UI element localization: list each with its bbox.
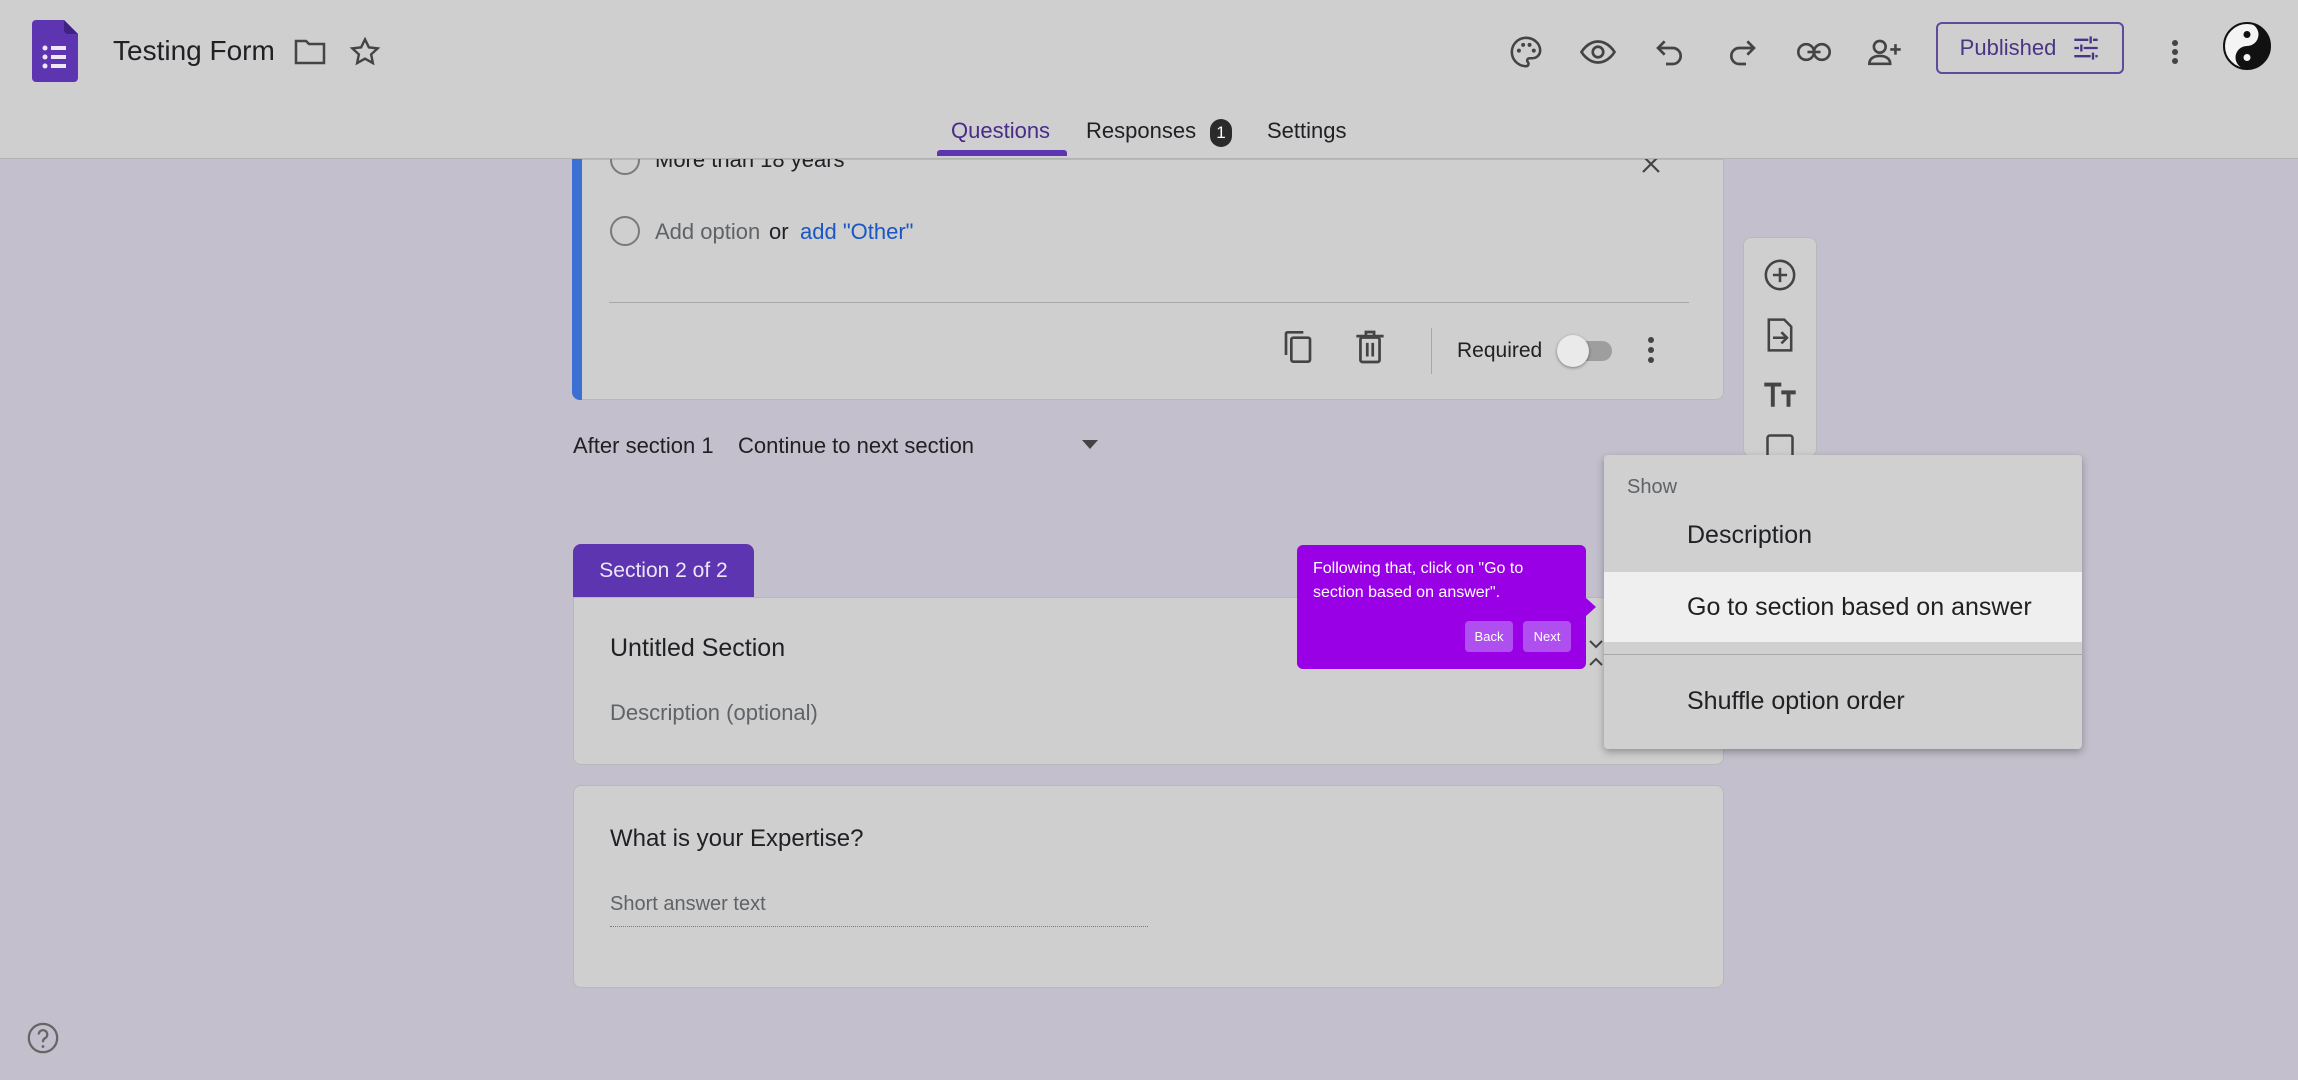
star-icon[interactable] [343,30,387,74]
add-image-icon[interactable] [1758,433,1802,455]
question-title[interactable]: What is your Expertise? [610,825,863,853]
question-card[interactable] [572,159,1724,400]
folder-icon[interactable] [288,30,332,74]
tab-questions[interactable]: Questions [951,118,1050,144]
add-title-icon[interactable] [1758,373,1802,417]
menu-item-description[interactable]: Description [1604,500,2082,570]
undo-icon[interactable] [1648,30,1692,74]
delete-icon[interactable] [1355,329,1385,365]
tab-responses[interactable]: Responses [1086,118,1196,144]
question-more-icon[interactable] [1647,336,1655,364]
tab-settings[interactable]: Settings [1267,118,1347,144]
avatar[interactable] [2223,22,2271,70]
active-tab-indicator [937,150,1067,156]
published-label: Published [1959,35,2057,60]
more-vert-icon[interactable] [2153,30,2197,74]
after-section-label: After section 1 [573,433,714,458]
or-label: or [769,219,789,244]
redo-icon[interactable] [1720,30,1764,74]
short-answer-placeholder: Short answer text [610,893,766,915]
option-label[interactable]: More than 18 years [655,159,845,173]
section-collapse-icon[interactable] [1588,637,1604,669]
menu-header: Show [1627,476,1678,498]
duplicate-icon[interactable] [1282,329,1314,365]
add-other-link[interactable]: add "Other" [800,219,913,245]
clipped-option-row: More than 18 years [600,159,1700,177]
required-toggle-knob[interactable] [1557,335,1589,367]
palette-icon[interactable] [1504,30,1548,74]
help-icon[interactable] [26,1021,60,1055]
add-question-icon[interactable] [1758,253,1802,297]
add-option-radio [610,216,640,246]
forms-logo[interactable] [32,20,78,82]
form-title[interactable]: Testing Form [113,35,275,67]
section-description-field[interactable]: Description (optional) [610,700,818,726]
section-label-tab: Section 2 of 2 [573,544,754,597]
tooltip-back-button[interactable]: Back [1465,621,1513,652]
card-footer-divider [609,302,1689,303]
footer-vertical-divider [1431,328,1432,374]
close-icon[interactable] [1640,159,1662,175]
add-person-icon[interactable] [1863,30,1907,74]
option-radio [610,159,640,175]
after-section-dropdown[interactable]: Continue to next section [738,433,974,459]
tune-icon [2072,35,2100,61]
tooltip-next-button[interactable]: Next [1523,621,1571,652]
menu-item-go-to-section[interactable]: Go to section based on answer [1604,572,2082,642]
question-card-expertise[interactable] [573,785,1724,988]
section-title[interactable]: Untitled Section [610,634,785,663]
tooltip-text: Following that, click on "Go to section … [1313,560,1524,601]
required-label: Required [1457,339,1543,362]
menu-item-shuffle[interactable]: Shuffle option order [1604,666,2082,736]
preview-eye-icon[interactable] [1576,30,1620,74]
published-button[interactable]: Published [1936,22,2124,74]
responses-count-badge: 1 [1210,119,1232,147]
link-icon[interactable] [1792,30,1836,74]
import-questions-icon[interactable] [1758,313,1802,357]
tooltip-arrow [1586,598,1596,616]
menu-divider [1604,654,2082,655]
short-answer-underline [610,926,1148,927]
dropdown-arrow-icon[interactable] [1082,440,1098,450]
active-question-bar [572,159,582,400]
guide-tooltip: Following that, click on "Go to section … [1297,545,1586,669]
add-option-link[interactable]: Add option [655,219,760,245]
